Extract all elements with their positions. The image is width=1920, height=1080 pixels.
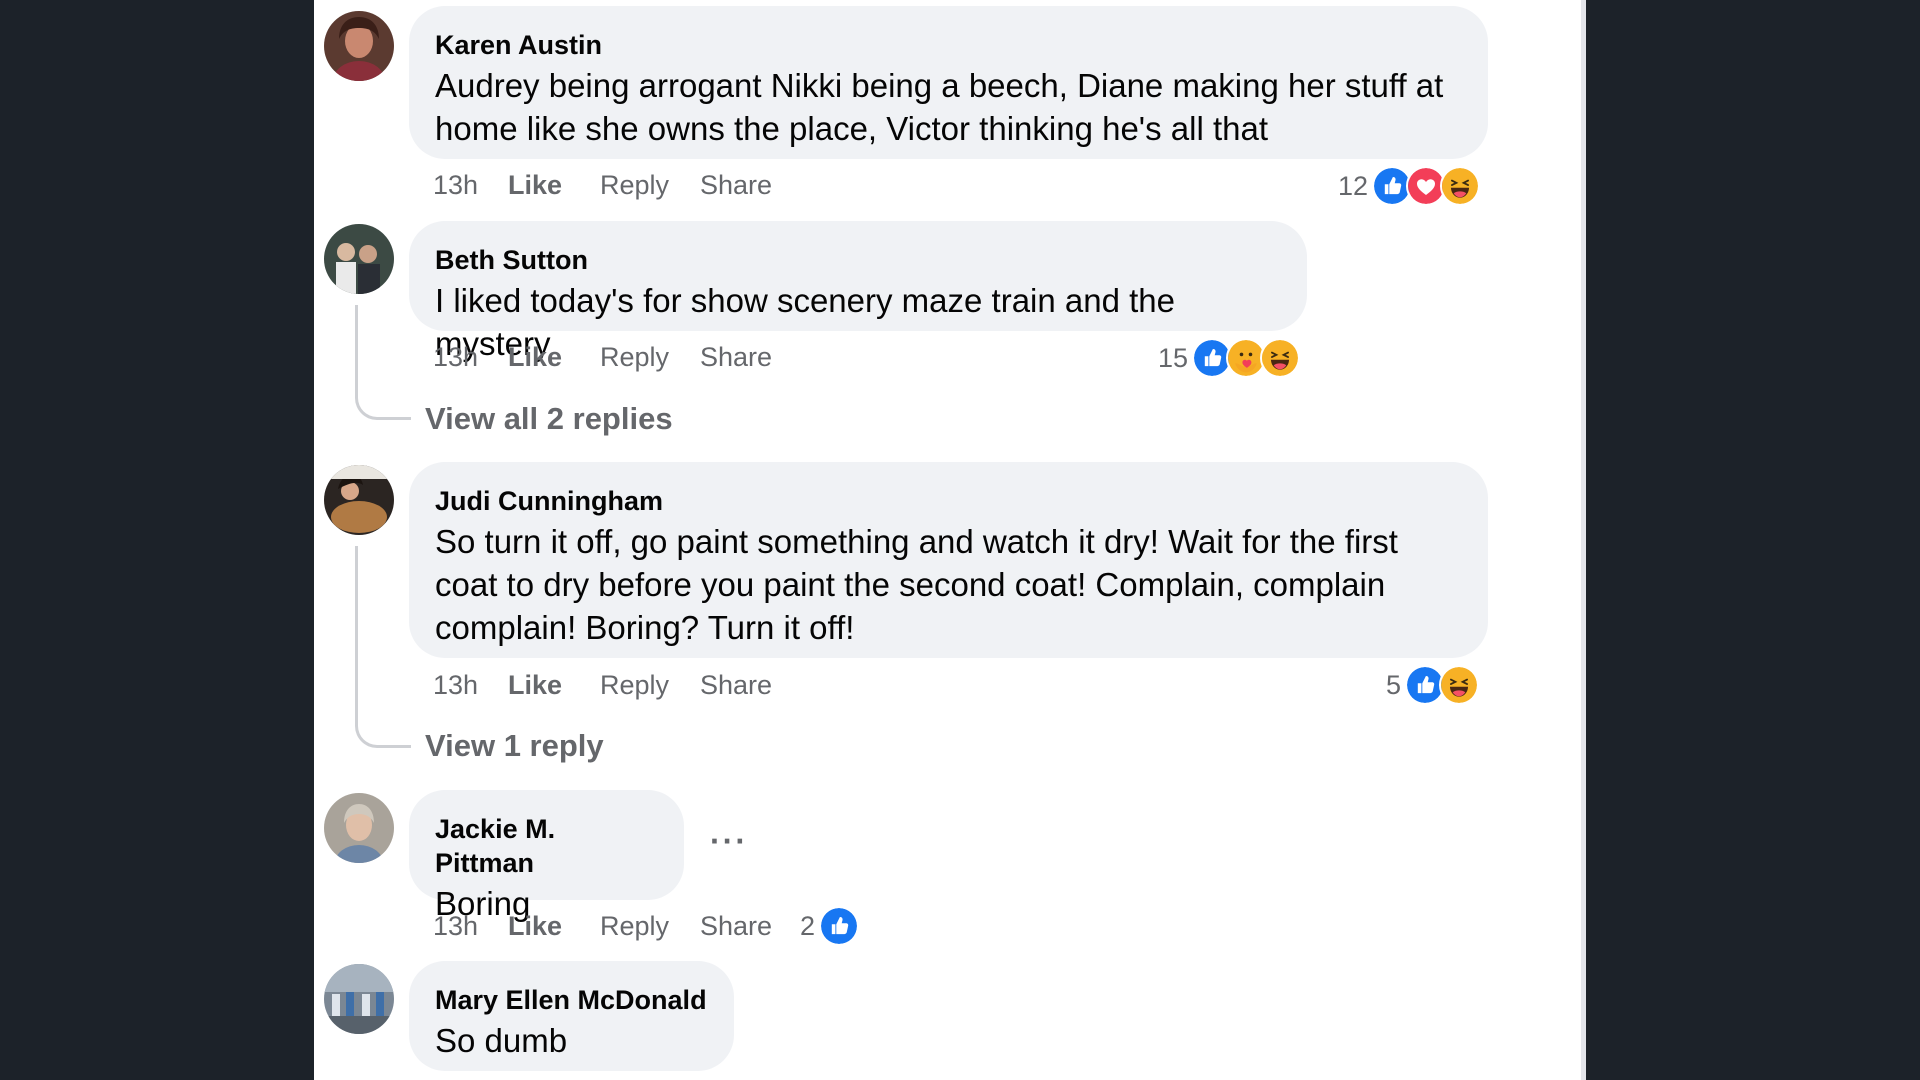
comment-text: So turn it off, go paint something and w… xyxy=(435,523,1398,646)
comment-author[interactable]: Beth Sutton xyxy=(435,243,1281,277)
reaction-count: 2 xyxy=(800,910,816,941)
haha-icon xyxy=(1260,338,1301,378)
like-button[interactable]: Like xyxy=(508,168,562,202)
comment-author[interactable]: Karen Austin xyxy=(435,28,1462,62)
view-replies-link[interactable]: View 1 reply xyxy=(425,727,604,765)
comment-actions: 13h Like Reply Share xyxy=(433,168,833,202)
comment-bubble: Mary Ellen McDonald So dumb xyxy=(409,961,734,1071)
avatar[interactable] xyxy=(324,964,394,1034)
comment-text: So dumb xyxy=(435,1022,568,1059)
share-button[interactable]: Share xyxy=(700,340,772,374)
comment-time[interactable]: 13h xyxy=(433,340,478,374)
comment-bubble: Beth Sutton I liked today's for show sce… xyxy=(409,221,1307,362)
avatar[interactable] xyxy=(324,465,394,535)
thread-connector xyxy=(355,546,411,748)
comment-author[interactable]: Judi Cunningham xyxy=(435,484,1462,518)
comment-text: Audrey being arrogant Nikki being a beec… xyxy=(435,67,1444,147)
share-button[interactable]: Share xyxy=(700,168,772,202)
like-button[interactable]: Like xyxy=(508,340,562,374)
reply-button[interactable]: Reply xyxy=(600,168,669,202)
reaction-summary[interactable]: 5 xyxy=(1386,665,1480,705)
like-icon xyxy=(819,906,860,946)
reaction-count: 5 xyxy=(1386,669,1402,700)
comment-actions: 13h Like Reply Share xyxy=(433,668,833,702)
haha-icon xyxy=(1439,665,1480,705)
comment-actions: 13h Like Reply Share xyxy=(433,340,833,374)
comment-bubble: Jackie M. Pittman Boring xyxy=(409,790,684,922)
reply-button[interactable]: Reply xyxy=(600,668,669,702)
avatar[interactable] xyxy=(324,793,394,863)
view-replies-link[interactable]: View all 2 replies xyxy=(425,400,673,438)
reaction-count: 15 xyxy=(1158,342,1189,373)
comment-actions: 13h Like Reply Share xyxy=(433,909,793,943)
like-button[interactable]: Like xyxy=(508,909,562,943)
haha-icon xyxy=(1440,166,1481,206)
reaction-summary[interactable]: 2 xyxy=(800,906,860,946)
share-button[interactable]: Share xyxy=(700,668,772,702)
comment-time[interactable]: 13h xyxy=(433,909,478,943)
more-options-icon[interactable]: ··· xyxy=(710,823,748,860)
reaction-count: 12 xyxy=(1338,170,1369,201)
reaction-summary[interactable]: 15 xyxy=(1158,338,1301,378)
share-button[interactable]: Share xyxy=(700,909,772,943)
avatar[interactable] xyxy=(324,224,394,294)
avatar[interactable] xyxy=(324,11,394,81)
panel-scroll-edge xyxy=(1581,0,1586,1080)
comment-time[interactable]: 13h xyxy=(433,168,478,202)
thread-connector xyxy=(355,305,411,420)
comment-bubble: Karen Austin Audrey being arrogant Nikki… xyxy=(409,6,1488,159)
comment-bubble: Judi Cunningham So turn it off, go paint… xyxy=(409,462,1488,658)
like-button[interactable]: Like xyxy=(508,668,562,702)
reply-button[interactable]: Reply xyxy=(600,909,669,943)
comment-time[interactable]: 13h xyxy=(433,668,478,702)
comment-author[interactable]: Jackie M. Pittman xyxy=(435,812,658,880)
comments-panel: Karen Austin Audrey being arrogant Nikki… xyxy=(314,0,1586,1080)
comment-author[interactable]: Mary Ellen McDonald xyxy=(435,983,708,1017)
reaction-summary[interactable]: 12 xyxy=(1338,166,1481,206)
reply-button[interactable]: Reply xyxy=(600,340,669,374)
